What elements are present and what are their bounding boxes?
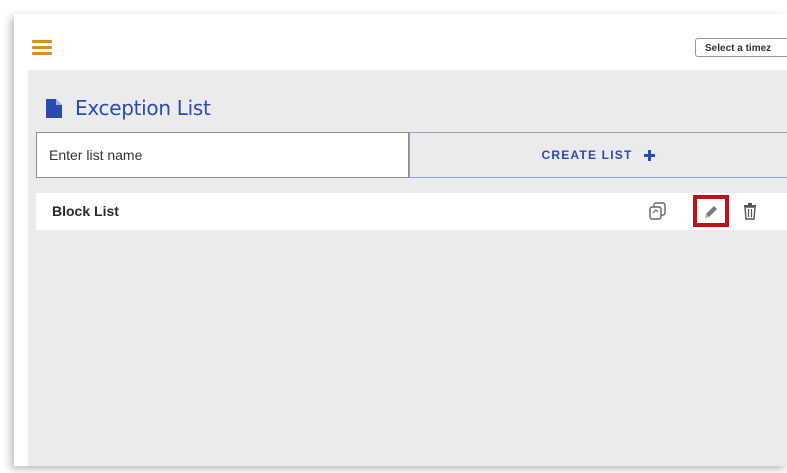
document-icon bbox=[46, 98, 62, 118]
app-window: Select a timez Exception List CREATE LIS… bbox=[14, 14, 787, 466]
copy-icon[interactable] bbox=[648, 201, 668, 221]
hamburger-menu-icon[interactable] bbox=[32, 40, 52, 56]
top-bar: Select a timez bbox=[14, 14, 787, 70]
pencil-icon bbox=[705, 206, 717, 218]
list-item-name: Block List bbox=[52, 203, 119, 219]
edit-highlight-box bbox=[693, 195, 729, 227]
delete-icon[interactable] bbox=[740, 201, 760, 221]
page-header: Exception List bbox=[46, 94, 211, 122]
create-list-label: CREATE LIST bbox=[541, 148, 633, 162]
timezone-select[interactable]: Select a timez bbox=[695, 38, 787, 57]
main-content: Exception List CREATE LIST Block List bbox=[28, 70, 787, 466]
menu-line bbox=[32, 52, 52, 55]
menu-line bbox=[32, 46, 52, 49]
plus-icon bbox=[644, 149, 656, 161]
menu-line bbox=[32, 40, 52, 43]
list-name-input[interactable] bbox=[36, 132, 409, 178]
page-title: Exception List bbox=[75, 96, 211, 120]
screenshot-frame: Select a timez Exception List CREATE LIS… bbox=[0, 0, 787, 473]
create-list-button[interactable]: CREATE LIST bbox=[409, 132, 787, 178]
edit-button[interactable] bbox=[693, 195, 729, 227]
list-item[interactable]: Block List bbox=[36, 193, 787, 230]
